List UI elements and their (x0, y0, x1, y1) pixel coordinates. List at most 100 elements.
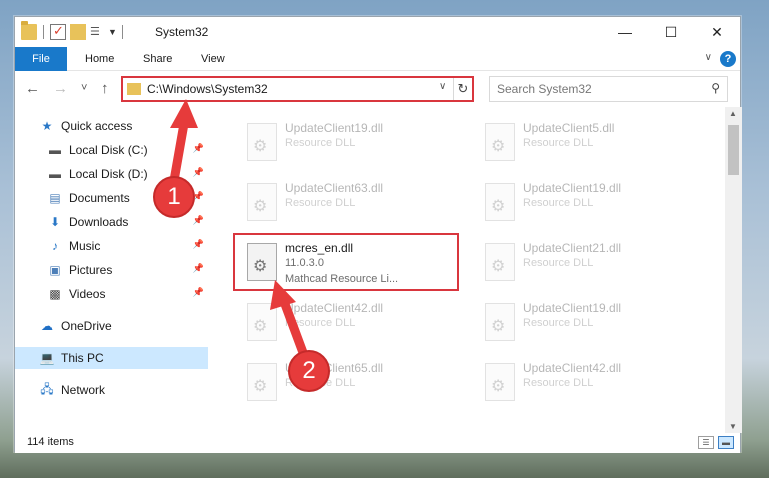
scroll-down-icon[interactable]: ▼ (729, 422, 737, 431)
search-input[interactable]: Search System32 (497, 82, 592, 96)
address-bar[interactable]: C:\Windows\System32 ∨ ↻ (121, 76, 474, 102)
file-type: Resource DLL (523, 137, 594, 149)
sidebar-item-label: Quick access (61, 119, 133, 133)
tiles-view-icon[interactable]: ▬ (718, 436, 734, 449)
file-name: UpdateClient42.dll (285, 301, 384, 315)
file-item[interactable]: UpdateClient19.dll Resource DLL (475, 175, 705, 231)
sidebar-item-label: Videos (69, 287, 106, 301)
file-name: UpdateClient19.dll (523, 181, 622, 195)
dll-file-icon (485, 303, 515, 341)
videos-icon: ▩ (49, 287, 61, 301)
sidebar-item-label: Local Disk (D:) (69, 167, 148, 181)
step-2-badge: 2 (288, 350, 330, 392)
title-bar: ☰ ▼ System32 — ☐ ✕ (15, 17, 740, 47)
sidebar-item-this-pc[interactable]: 💻 This PC (15, 347, 208, 369)
folder-icon (127, 83, 141, 95)
up-button[interactable]: ↑ (101, 80, 109, 97)
pin-icon: 📌 (192, 263, 204, 273)
file-item[interactable]: UpdateClient5.dll Resource DLL (475, 115, 705, 171)
file-name: UpdateClient19.dll (285, 121, 384, 135)
file-type: Resource DLL (523, 257, 594, 269)
pin-icon: 📌 (192, 239, 204, 249)
file-type: Resource DLL (523, 317, 594, 329)
search-box[interactable]: Search System32 ⚲ (489, 76, 728, 102)
file-type: Resource DLL (285, 197, 356, 209)
dll-file-icon (485, 123, 515, 161)
sidebar-item-videos[interactable]: ▩ Videos 📌 (15, 283, 208, 305)
help-button[interactable]: ? (720, 51, 736, 67)
sidebar-item-label: Downloads (69, 215, 129, 229)
new-folder-icon[interactable] (70, 24, 86, 40)
tab-share[interactable]: Share (143, 47, 172, 71)
close-button[interactable]: ✕ (694, 17, 740, 47)
navigation-pane: ★ Quick access ▬ Local Disk (C:) 📌 ▬ Loc… (15, 107, 208, 433)
file-name: UpdateClient42.dll (523, 361, 622, 375)
file-name: UpdateClient19.dll (523, 301, 622, 315)
music-icon: ♪ (52, 239, 58, 253)
dll-file-icon (247, 363, 277, 401)
quick-access-toolbar: ☰ ▼ (21, 21, 125, 40)
sidebar-item-label: Music (69, 239, 101, 253)
search-icon: ⚲ (711, 81, 720, 95)
sidebar-item-music[interactable]: ♪ Music 📌 (15, 235, 208, 257)
file-type: Resource DLL (285, 317, 356, 329)
file-item[interactable]: UpdateClient63.dll Resource DLL (237, 175, 467, 231)
properties-icon[interactable] (50, 23, 66, 40)
forward-button[interactable]: → (53, 80, 68, 97)
file-name: UpdateClient5.dll (523, 121, 615, 135)
minimize-button[interactable]: — (602, 17, 648, 47)
address-text[interactable]: C:\Windows\System32 (147, 82, 268, 96)
dll-file-icon (485, 363, 515, 401)
file-item[interactable]: UpdateClient42.dll Resource DLL (475, 355, 705, 411)
tab-view[interactable]: View (201, 47, 225, 71)
expand-ribbon-icon[interactable]: ∨ (705, 52, 712, 63)
pin-icon: 📌 (192, 215, 204, 225)
star-icon: ★ (41, 119, 53, 133)
vertical-scrollbar[interactable]: ▲ ▼ (725, 107, 742, 433)
navigation-bar: ← → ˅ ↑ C:\Windows\System32 ∨ ↻ Search S… (15, 71, 740, 107)
folder-icon (21, 21, 37, 40)
sidebar-item-onedrive[interactable]: ☁ OneDrive (15, 315, 208, 337)
sidebar-item-network[interactable]: 🖧 Network (15, 379, 208, 401)
dll-file-icon (247, 303, 277, 341)
sidebar-item-label: Documents (69, 191, 130, 205)
file-item[interactable]: UpdateClient42.dll Resource DLL (237, 295, 467, 351)
pin-icon: 📌 (192, 143, 204, 153)
sidebar-item-label: OneDrive (61, 319, 112, 333)
pin-icon: 📌 (192, 167, 204, 177)
sidebar-item-label: This PC (61, 351, 104, 365)
chevron-down-icon[interactable]: ▼ (108, 24, 117, 40)
drive-icon: ▬ (49, 143, 61, 157)
file-item[interactable]: UpdateClient19.dll Resource DLL (237, 115, 467, 171)
item-count: 114 items (27, 436, 74, 448)
sidebar-item-quick-access[interactable]: ★ Quick access (15, 115, 208, 137)
scroll-up-icon[interactable]: ▲ (729, 109, 737, 118)
file-item[interactable]: UpdateClient19.dll Resource DLL (475, 295, 705, 351)
sidebar-item-pictures[interactable]: ▣ Pictures 📌 (15, 259, 208, 281)
customize-toolbar-icon[interactable]: ☰ (90, 24, 104, 40)
back-button[interactable]: ← (25, 80, 40, 97)
tab-home[interactable]: Home (85, 47, 114, 71)
network-icon: 🖧 (40, 381, 54, 396)
file-name: UpdateClient63.dll (285, 181, 384, 195)
file-type: Resource DLL (285, 137, 356, 149)
chevron-down-icon[interactable]: ∨ (439, 81, 446, 92)
refresh-button[interactable]: ↻ (453, 78, 472, 100)
file-item[interactable]: UpdateClient65.dll Resource DLL (237, 355, 467, 411)
sidebar-item-local-disk-c[interactable]: ▬ Local Disk (C:) 📌 (15, 139, 208, 161)
scrollbar-thumb[interactable] (728, 125, 739, 175)
tab-file[interactable]: File (15, 47, 67, 71)
computer-icon: 💻 (39, 351, 55, 365)
maximize-button[interactable]: ☐ (648, 17, 694, 47)
recent-locations-button[interactable]: ˅ (81, 82, 87, 94)
dll-file-icon (485, 243, 515, 281)
toolbar-divider (43, 25, 44, 39)
sidebar-item-label: Network (61, 383, 106, 397)
toolbar-divider (122, 25, 123, 39)
dll-file-icon (485, 183, 515, 221)
details-view-icon[interactable]: ☰ (698, 436, 714, 449)
status-bar: 114 items ☰ ▬ (15, 433, 740, 453)
file-item[interactable]: UpdateClient21.dll Resource DLL (475, 235, 705, 291)
step-1-badge: 1 (153, 176, 195, 218)
cloud-icon: ☁ (41, 319, 53, 333)
